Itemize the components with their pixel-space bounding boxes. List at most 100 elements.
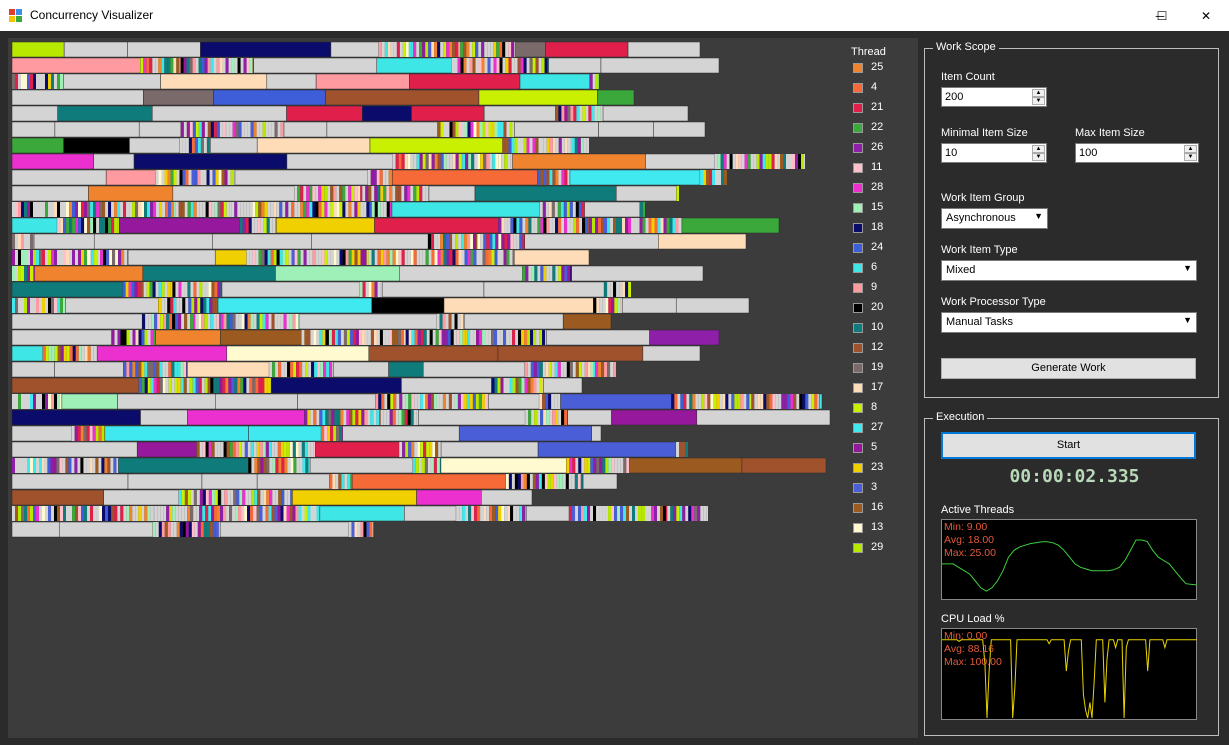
work-item-slice	[330, 202, 334, 217]
work-item-slice	[558, 138, 562, 153]
work-item-slice	[591, 106, 595, 121]
work-item-slice	[260, 218, 264, 233]
work-item-slice	[401, 410, 405, 425]
arrow-up-icon[interactable]: ▲	[1184, 145, 1197, 153]
work-item-slice	[152, 58, 156, 73]
arrow-up-icon[interactable]: ▲	[1032, 145, 1045, 153]
work-item-slice	[21, 234, 24, 249]
work-item-bar	[226, 345, 370, 362]
work-item-slice	[430, 458, 434, 473]
work-item-slice	[578, 202, 582, 217]
work-item-slice	[463, 42, 467, 57]
work-item-slice	[324, 250, 328, 265]
work-item-slice	[509, 378, 513, 393]
work-item-slice	[477, 154, 481, 169]
work-item-slice	[527, 330, 531, 345]
work-item-slice	[30, 250, 33, 265]
work-item-slice	[143, 58, 147, 73]
work-item-slice	[410, 410, 414, 425]
work-item-slice	[60, 506, 63, 521]
work-item-slice	[168, 202, 172, 217]
work-item-slice	[570, 106, 574, 121]
min-size-field[interactable]: ▲▼	[941, 143, 1047, 163]
min-size-stepper[interactable]: ▲ ▼	[1032, 145, 1045, 161]
work-item-slice	[422, 154, 426, 169]
work-item-slice	[354, 250, 358, 265]
work-item-slice	[625, 218, 629, 233]
threads-min: Min: 9.00	[944, 521, 988, 533]
work-item-slice	[522, 218, 526, 233]
max-size-stepper[interactable]: ▲ ▼	[1184, 145, 1197, 161]
work-item-slice	[570, 218, 574, 233]
work-item-slice	[613, 218, 617, 233]
work-item-bar	[440, 457, 567, 474]
work-item-slice	[732, 154, 736, 169]
work-item-slice	[12, 266, 15, 281]
group-select[interactable]: Asynchronous ▼	[941, 208, 1048, 229]
start-button[interactable]: Start	[941, 432, 1196, 459]
legend-title: Thread	[851, 46, 886, 58]
work-item-slice	[515, 378, 519, 393]
min-size-input[interactable]	[942, 144, 1046, 162]
arrow-down-icon[interactable]: ▼	[1032, 153, 1045, 161]
item-count-input[interactable]	[942, 88, 1046, 106]
work-item-slice	[663, 506, 667, 521]
work-item-slice	[476, 234, 478, 249]
max-size-input[interactable]	[1076, 144, 1198, 162]
work-item-slice	[444, 330, 448, 345]
work-item-slice	[518, 378, 522, 393]
work-item-slice	[707, 394, 711, 409]
work-item-slice	[51, 74, 54, 89]
work-item-slice	[614, 506, 618, 521]
work-item-slice	[561, 410, 565, 425]
work-item-slice	[491, 122, 495, 137]
work-item-slice	[529, 138, 533, 153]
work-item-slice	[319, 330, 323, 345]
work-item-slice	[318, 202, 322, 217]
work-item-slice	[508, 474, 512, 489]
work-item-slice	[66, 218, 70, 233]
work-item-slice	[33, 202, 36, 217]
work-item-slice	[42, 394, 45, 409]
processor-select[interactable]: Manual Tasks ▼	[941, 312, 1197, 333]
arrow-up-icon[interactable]: ▲	[1032, 89, 1045, 97]
work-item-slice	[187, 314, 191, 329]
legend-label: 5	[871, 441, 878, 453]
type-select[interactable]: Mixed ▼	[941, 260, 1197, 281]
work-item-slice	[210, 58, 214, 73]
close-button[interactable]: ✕	[1183, 0, 1229, 31]
work-item-slice	[712, 170, 716, 185]
maximize-button-inner[interactable]: ☐	[1139, 0, 1185, 31]
item-count-stepper[interactable]: ▲ ▼	[1032, 89, 1045, 105]
work-item-slice	[544, 474, 548, 489]
legend-swatch	[853, 443, 863, 453]
work-item-slice	[302, 362, 306, 377]
work-item-slice	[12, 250, 15, 265]
work-item-slice	[483, 154, 487, 169]
work-item-slice	[429, 442, 433, 457]
work-item-slice	[214, 282, 218, 297]
work-item-slice	[83, 426, 87, 441]
work-item-bar	[569, 169, 701, 186]
max-size-field[interactable]: ▲▼	[1075, 143, 1199, 163]
work-item-slice	[351, 186, 355, 201]
item-count-field[interactable]: ▲▼	[941, 87, 1047, 107]
work-item-slice	[235, 122, 239, 137]
work-item-slice	[135, 362, 139, 377]
legend-label: 4	[871, 81, 878, 93]
work-item-slice	[234, 378, 238, 393]
arrow-down-icon[interactable]: ▼	[1184, 153, 1197, 161]
work-item-slice	[371, 202, 375, 217]
work-item-slice	[504, 234, 508, 249]
work-item-slice	[81, 202, 84, 217]
work-item-slice	[84, 202, 87, 217]
legend-label: 25	[871, 61, 884, 73]
arrow-down-icon[interactable]: ▼	[1032, 97, 1045, 105]
work-item-bar	[11, 441, 138, 458]
generate-work-button[interactable]: Generate Work	[941, 358, 1196, 379]
work-item-slice	[505, 58, 509, 73]
legend-swatch	[853, 103, 863, 113]
work-item-slice	[610, 282, 614, 297]
work-item-slice	[30, 394, 33, 409]
work-item-slice	[184, 506, 188, 521]
